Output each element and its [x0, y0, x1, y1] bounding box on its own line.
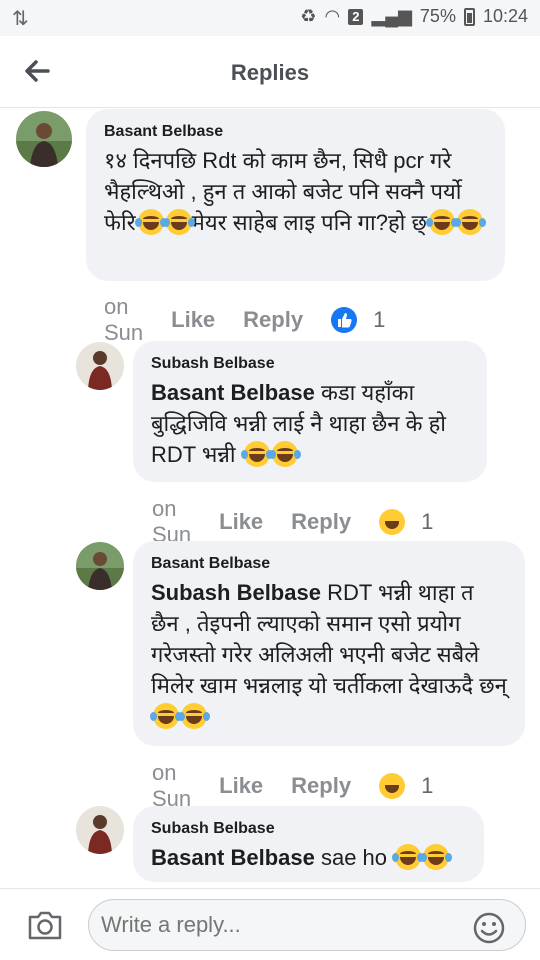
battery-saver-icon: ♻	[300, 6, 317, 26]
wifi-icon: ◠	[324, 6, 341, 26]
comment-text: Basant Belbase कडा यहाँका बुद्धिजिवि भन्…	[151, 377, 469, 470]
comment-actions: on Sun Like Reply 1	[152, 760, 433, 812]
comment-text-part: sae ho	[314, 845, 388, 870]
timestamp[interactable]: on Sun	[104, 294, 143, 346]
comment-text: १४ दिनपछि Rdt को काम छैन, सिधै pcr गरे भ…	[104, 145, 487, 238]
header: Replies	[0, 36, 540, 108]
joy-emoji-icon	[178, 703, 210, 729]
reply-button[interactable]: Reply	[291, 773, 351, 799]
rofl-emoji-icon	[420, 844, 453, 870]
haha-icon	[379, 773, 406, 799]
emoji-picker-icon[interactable]	[472, 911, 506, 945]
signal-icon: ▂▄▆	[371, 6, 412, 26]
reply-button[interactable]: Reply	[291, 509, 351, 535]
reaction-count: 1	[373, 307, 386, 332]
reaction-count: 1	[421, 773, 434, 798]
comment-text: Basant Belbase sae ho	[151, 842, 466, 873]
data-transfer-icon: ⇅	[12, 8, 29, 30]
like-button[interactable]: Like	[219, 509, 263, 535]
joy-emoji-icon	[453, 209, 486, 235]
comment-bubble[interactable]: Subash Belbase Basant Belbase कडा यहाँका…	[133, 341, 487, 482]
comment-author[interactable]: Basant Belbase	[104, 123, 487, 141]
comment-actions: on Sun Like Reply 1	[104, 294, 385, 346]
status-bar: ⇅ ♻ ◠ 2 ▂▄▆ 75% 10:24	[0, 0, 540, 36]
timestamp[interactable]: on Sun	[152, 760, 191, 812]
avatar[interactable]	[16, 111, 72, 167]
joy-emoji-icon	[134, 209, 167, 235]
joy-emoji-icon	[162, 209, 195, 235]
like-button[interactable]: Like	[219, 773, 263, 799]
reply-button[interactable]: Reply	[243, 307, 303, 333]
comment-text-part: मेयर साहेब लाइ पनि गा?हो छ्	[191, 210, 427, 235]
avatar[interactable]	[76, 342, 124, 390]
battery-percent: 75%	[419, 6, 456, 26]
comment-author[interactable]: Basant Belbase	[151, 555, 507, 573]
comment-text: Subash Belbase RDT भन्नी थाहा त छैन , ते…	[150, 577, 507, 732]
comment-bubble[interactable]: Basant Belbase १४ दिनपछि Rdt को काम छैन,…	[86, 109, 505, 281]
avatar[interactable]	[76, 806, 124, 854]
joy-emoji-icon	[425, 209, 458, 235]
reply-input[interactable]	[88, 899, 526, 951]
haha-icon	[379, 509, 406, 535]
camera-icon[interactable]	[26, 909, 64, 941]
reaction-summary[interactable]: 1	[379, 509, 433, 535]
reaction-count: 1	[421, 509, 434, 534]
like-icon	[331, 307, 358, 333]
avatar[interactable]	[76, 542, 124, 590]
mention-link[interactable]: Basant Belbase	[151, 845, 315, 870]
joy-emoji-icon	[240, 441, 273, 467]
mention-link[interactable]: Basant Belbase	[151, 380, 315, 405]
joy-emoji-icon	[268, 441, 301, 467]
reply-composer	[0, 888, 540, 960]
comment-author[interactable]: Subash Belbase	[151, 820, 466, 838]
like-button[interactable]: Like	[171, 307, 215, 333]
reaction-summary[interactable]: 1	[379, 773, 433, 799]
comment-bubble[interactable]: Basant Belbase Subash Belbase RDT भन्नी …	[133, 541, 525, 746]
comment-bubble[interactable]: Subash Belbase Basant Belbase sae ho	[133, 806, 484, 882]
clock: 10:24	[482, 6, 528, 26]
mention-link[interactable]: Subash Belbase	[151, 580, 321, 605]
status-icons: ♻ ◠ 2 ▂▄▆ 75% 10:24	[300, 6, 528, 27]
reaction-summary[interactable]: 1	[331, 307, 385, 333]
joy-emoji-icon	[150, 703, 182, 729]
comment-author[interactable]: Subash Belbase	[151, 355, 469, 373]
sim-badge: 2	[348, 8, 364, 25]
page-title: Replies	[230, 60, 310, 85]
battery-icon	[463, 7, 475, 26]
rofl-emoji-icon	[392, 844, 425, 870]
